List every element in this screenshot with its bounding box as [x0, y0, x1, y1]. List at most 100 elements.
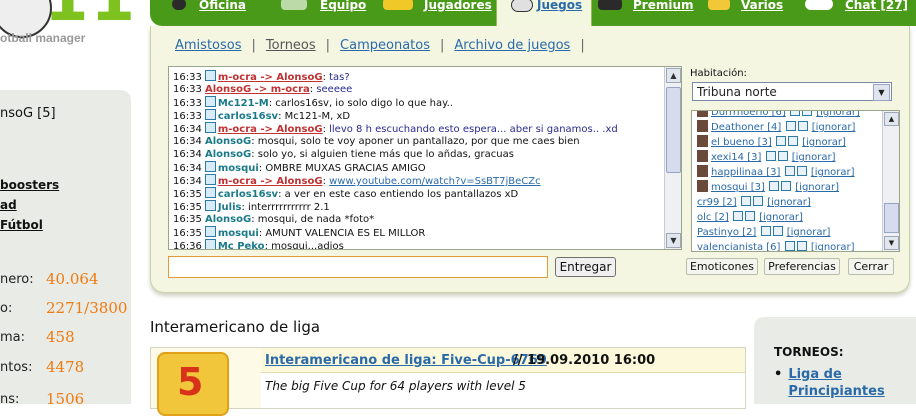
scroll-up-icon[interactable]: ▲	[884, 112, 899, 126]
user-info-icon[interactable]	[790, 111, 800, 116]
user-info-icon[interactable]	[204, 226, 216, 237]
add-friend-icon[interactable]	[772, 226, 783, 236]
nav-item-jugadores[interactable]: Jugadores	[424, 0, 492, 22]
user-info-icon[interactable]	[769, 181, 780, 191]
nav-item-premium[interactable]: Premium	[633, 0, 694, 22]
chat-user[interactable]: AlonsoG	[205, 149, 251, 160]
chat-user[interactable]: Mc Peko	[218, 241, 265, 249]
chat-log[interactable]: 16:33 m-ocra -> AlonsoG: tas? 16:33 Alonso…	[168, 66, 682, 250]
user-info-icon[interactable]	[204, 122, 216, 133]
subnav-archivo[interactable]: Archivo de juegos	[454, 38, 570, 53]
ignore-link[interactable]: [ignorar]	[812, 122, 856, 133]
add-friend-icon[interactable]	[777, 151, 788, 161]
chat-message-input[interactable]	[168, 256, 548, 278]
ignore-link[interactable]: [ignorar]	[802, 137, 846, 148]
add-friend-icon[interactable]	[796, 241, 807, 251]
chat-user[interactable]: m-ocra -> AlonsoG	[218, 124, 323, 135]
add-friend-icon[interactable]	[781, 181, 792, 191]
chat-user[interactable]: carlos16sv	[218, 189, 278, 200]
user-name-link[interactable]: olc [2]	[697, 212, 729, 223]
chat-user[interactable]: mosqui	[218, 228, 259, 239]
user-info-icon[interactable]	[760, 226, 771, 236]
user-list[interactable]: Durrrnoerlo [6] [ignorar] Deathoner [4] […	[691, 110, 900, 252]
user-info-icon[interactable]	[204, 174, 216, 185]
nav-item-varios[interactable]: Varios	[741, 0, 783, 22]
user-name-link[interactable]: mosqui [3]	[711, 182, 765, 193]
nav-item-oficina[interactable]: Oficina	[199, 0, 246, 22]
user-info-icon[interactable]	[775, 136, 786, 146]
add-friend-icon[interactable]	[752, 196, 763, 206]
chevron-down-icon[interactable]: ▼	[873, 84, 890, 101]
preferences-button[interactable]: Preferencias	[764, 258, 840, 275]
ignore-link[interactable]: [ignorar]	[811, 242, 855, 251]
chat-user[interactable]: Mc121-M	[218, 98, 269, 109]
scroll-down-icon[interactable]: ▼	[666, 233, 681, 248]
user-info-icon[interactable]	[785, 121, 796, 131]
add-friend-icon[interactable]	[787, 136, 798, 146]
chat-user[interactable]: Julis	[218, 202, 242, 213]
user-name-link[interactable]: xexi14 [3]	[711, 152, 761, 163]
user-info-icon[interactable]	[204, 200, 216, 211]
user-name-link[interactable]: Durrrnoerlo [6]	[711, 111, 786, 118]
user-info-icon[interactable]	[740, 196, 751, 206]
ignore-link[interactable]: [ignorar]	[759, 212, 803, 223]
add-friend-icon[interactable]	[802, 111, 812, 116]
user-list-scrollbar[interactable]: ▲ ▼	[882, 111, 899, 251]
tournament-link[interactable]: Interamericano de liga: Five-Cup-6769	[265, 353, 547, 368]
user-info-icon[interactable]	[204, 70, 216, 81]
user-name-link[interactable]: cr99 [2]	[697, 197, 737, 208]
chat-user[interactable]: mosqui	[218, 163, 259, 174]
nav-item-equipo[interactable]: Equipo	[320, 0, 366, 22]
add-friend-icon[interactable]	[796, 166, 807, 176]
chat-user[interactable]: carlos16sv	[218, 111, 278, 122]
subnav-campeonatos[interactable]: Campeonatos	[340, 38, 430, 53]
user-info-icon[interactable]	[204, 161, 216, 172]
emoticons-button[interactable]: Emoticones	[686, 258, 758, 275]
scroll-down-icon[interactable]: ▼	[884, 236, 899, 250]
user-info-icon[interactable]	[204, 239, 216, 249]
chat-user[interactable]: m-ocra -> AlonsoG	[218, 176, 323, 187]
chat-scrollbar[interactable]: ▲ ▼	[664, 67, 681, 249]
add-friend-icon[interactable]	[744, 211, 755, 221]
user-info-icon[interactable]	[732, 211, 743, 221]
ignore-link[interactable]: [ignorar]	[767, 197, 811, 208]
ignore-link[interactable]: [ignorar]	[787, 227, 831, 238]
subnav-amistosos[interactable]: Amistosos	[175, 38, 242, 53]
subnav-torneos[interactable]: Torneos	[266, 38, 316, 53]
scroll-thumb[interactable]	[666, 87, 681, 173]
user-name-link[interactable]: valencianista [6]	[697, 242, 780, 251]
add-friend-icon[interactable]	[797, 121, 808, 131]
chat-user[interactable]: m-ocra -> AlonsoG	[218, 72, 323, 83]
user-info-icon[interactable]	[784, 241, 795, 251]
user-name-link[interactable]: happilinaa [3]	[711, 167, 780, 178]
room-select[interactable]: Tribuna norte ▼	[692, 82, 892, 101]
user-info-icon[interactable]	[204, 96, 216, 107]
sidebar-link-futbol[interactable]: Fútbol	[0, 218, 43, 232]
close-button[interactable]: Cerrar	[848, 258, 894, 275]
chat-user[interactable]: AlonsoG -> m-ocra	[205, 84, 310, 95]
ignore-link[interactable]: [ignorar]	[792, 152, 836, 163]
nav-item-juegos[interactable]: Juegos	[537, 0, 582, 22]
logo[interactable]: 11 otball manager	[0, 0, 150, 60]
chat-message[interactable]: www.youtube.com/watch?v=SsBT7jBeCZc	[329, 176, 541, 187]
tournament-list-link[interactable]: Liga de Principiantes	[788, 366, 888, 400]
sidebar-link-ad[interactable]: ad	[0, 198, 17, 212]
send-button[interactable]: Entregar	[555, 257, 616, 277]
user-name-link[interactable]: Pastinyo [2]	[697, 227, 756, 238]
user-info-icon[interactable]	[204, 109, 216, 120]
user-info-icon[interactable]	[765, 151, 776, 161]
scroll-thumb[interactable]	[884, 203, 899, 233]
chat-user[interactable]: AlonsoG	[205, 214, 251, 225]
ignore-link[interactable]: [ignorar]	[795, 182, 839, 193]
user-name-link[interactable]: Deathoner [4]	[711, 122, 781, 133]
chat-user[interactable]: AlonsoG	[205, 136, 251, 147]
scroll-up-icon[interactable]: ▲	[666, 68, 681, 83]
user-info-icon[interactable]	[784, 166, 795, 176]
nav-item-chat[interactable]: Chat [27]	[845, 0, 908, 22]
user-name-link[interactable]: el bueno [3]	[711, 137, 772, 148]
user-info-icon[interactable]	[204, 187, 216, 198]
ignore-link[interactable]: [ignorar]	[816, 111, 860, 118]
sidebar-link-boosters[interactable]: boosters	[0, 178, 59, 192]
stat-value: 40.064	[46, 270, 99, 288]
ignore-link[interactable]: [ignorar]	[811, 167, 855, 178]
